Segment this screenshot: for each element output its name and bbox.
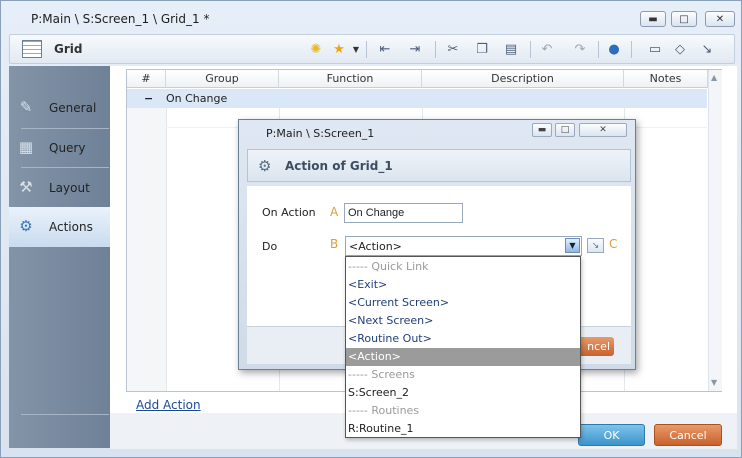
gear-icon: ⚙ [258, 157, 272, 175]
star-icon[interactable]: ★ [330, 40, 348, 58]
group-row-name: On Change [166, 92, 228, 105]
comment-icon[interactable]: ● [605, 40, 623, 58]
list-item[interactable]: <Exit> [346, 276, 580, 294]
nav-item-layout[interactable]: ⚒ Layout [9, 168, 110, 208]
list-group-header: ----- Quick Link [348, 260, 429, 273]
toolbar-title: Grid [54, 42, 83, 56]
paste-icon[interactable]: ▤ [502, 40, 520, 58]
column-header-number[interactable]: # [127, 70, 166, 88]
dialog-title: P:Main \ S:Screen_1 [266, 127, 375, 140]
list-item[interactable]: <Next Screen> [346, 312, 580, 330]
maximize-button[interactable]: □ [671, 11, 697, 27]
vertical-scrollbar[interactable]: ▲ ▼ [708, 70, 722, 391]
collapse-toggle[interactable]: − [144, 92, 153, 105]
nav-item-query[interactable]: ▦ Query [9, 128, 110, 168]
redo-icon[interactable]: ↷ [571, 40, 589, 58]
nav-item-label: Actions [49, 220, 93, 234]
marker-a: A [330, 205, 339, 219]
dialog-minimize-button[interactable]: ▬ [532, 123, 552, 137]
do-select[interactable]: <Action> [345, 236, 582, 256]
list-group-header: ----- Routines [348, 404, 420, 417]
open-action-button[interactable]: ↘ [587, 238, 604, 253]
nav-item-label: Query [49, 141, 86, 155]
list-group-header: ----- Screens [348, 368, 415, 381]
note-icon[interactable]: ▭ [646, 40, 664, 58]
left-nav: ✎ General ▦ Query ⚒ Layout ⚙ Actions [9, 66, 110, 448]
do-label: Do [262, 240, 278, 253]
dialog-heading: Action of Grid_1 [285, 159, 393, 173]
column-header-description[interactable]: Description [422, 70, 624, 88]
undo-icon[interactable]: ↶ [538, 40, 556, 58]
copy-icon[interactable]: ❐ [473, 40, 491, 58]
minimize-button[interactable]: ▬ [640, 11, 666, 27]
column-header-notes[interactable]: Notes [624, 70, 708, 88]
indent-decrease-icon[interactable]: ⇤ [376, 40, 394, 58]
list-item-selected[interactable]: <Action> [346, 348, 580, 366]
column-header-group[interactable]: Group [166, 70, 279, 88]
scroll-up-arrow[interactable]: ▲ [711, 73, 717, 82]
toolbar-separator [435, 41, 436, 58]
marker-b: B [330, 237, 339, 251]
list-item[interactable]: R:Routine_1 [346, 420, 580, 438]
scroll-down-arrow[interactable]: ▼ [711, 378, 717, 387]
window-title: P:Main \ S:Screen_1 \ Grid_1 * [31, 12, 210, 26]
dialog-header: ⚙ Action of Grid_1 [247, 149, 631, 182]
add-action-link[interactable]: Add Action [136, 398, 201, 412]
list-item[interactable]: <Routine Out> [346, 330, 580, 348]
group-row[interactable]: − On Change [127, 89, 707, 108]
toolbar-separator [631, 41, 632, 58]
nav-item-label: Layout [49, 181, 90, 195]
indent-increase-icon[interactable]: ⇥ [406, 40, 424, 58]
nav-item-actions[interactable]: ⚙ Actions [9, 207, 110, 247]
expand-icon[interactable]: ↘ [698, 40, 716, 58]
on-action-label: On Action [262, 206, 316, 219]
do-dropdown-list: ----- Quick Link <Exit> <Current Screen>… [345, 256, 581, 438]
dialog-maximize-button[interactable]: □ [555, 123, 575, 137]
query-icon: ▦ [18, 138, 34, 156]
grid-icon [22, 40, 42, 58]
ok-button[interactable]: OK [578, 424, 645, 446]
on-action-field[interactable] [344, 203, 463, 223]
row-number-column [127, 108, 166, 391]
toolbar-separator [530, 41, 531, 58]
list-item[interactable]: <Current Screen> [346, 294, 580, 312]
toolbar-separator [598, 41, 599, 58]
list-item[interactable]: S:Screen_2 [346, 384, 580, 402]
pencil-icon: ✎ [19, 98, 33, 116]
nav-item-label: General [49, 101, 97, 115]
close-button[interactable]: ✕ [705, 11, 735, 27]
column-header-function[interactable]: Function [279, 70, 422, 88]
gears-icon: ⚙ [19, 217, 33, 235]
dialog-close-button[interactable]: ✕ [579, 123, 627, 137]
wrench-icon: ⚒ [19, 178, 33, 196]
cancel-button[interactable]: Cancel [654, 424, 722, 446]
cut-icon[interactable]: ✂ [444, 40, 462, 58]
nav-separator [21, 414, 109, 415]
dropdown-arrow-icon[interactable]: ▼ [565, 238, 580, 253]
toolbar: Grid ✺ ★ ▼ ⇤ ⇥ ✂ ❐ ▤ ↶ ↷ ● ▭ ◇ ↘ [9, 34, 735, 64]
toolbar-separator [366, 41, 367, 58]
grid-line [166, 108, 167, 391]
marker-c: C [609, 237, 618, 251]
tag-icon[interactable]: ◇ [671, 40, 689, 58]
lightbulb-icon[interactable]: ✺ [307, 40, 325, 58]
star-dropdown-chevron-icon[interactable]: ▼ [347, 40, 365, 58]
nav-item-general[interactable]: ✎ General [9, 88, 110, 128]
